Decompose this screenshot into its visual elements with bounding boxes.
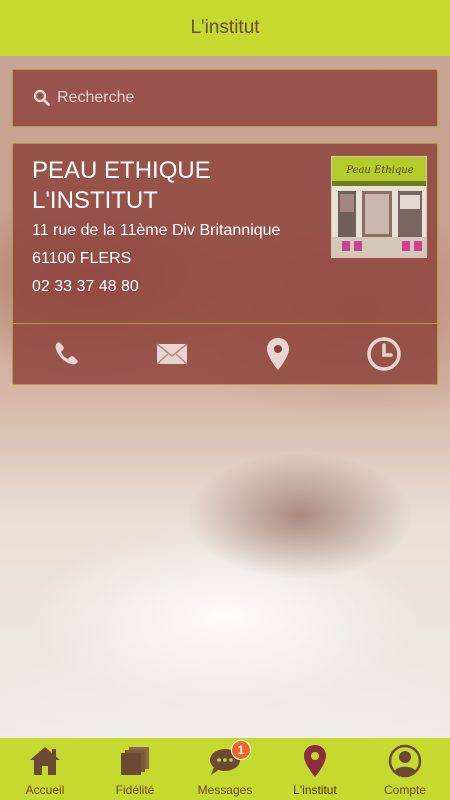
tab-label: Fidélité	[115, 783, 155, 797]
location-pin-icon	[298, 744, 332, 778]
storefront-logo-text: Peau Ethique	[345, 165, 414, 176]
directions-button[interactable]	[225, 324, 331, 384]
storefront-illustration: Peau Ethique	[332, 157, 426, 257]
opening-hours-button[interactable]	[331, 324, 437, 384]
institute-card: PEAU ETHIQUE L'INSTITUT 11 rue de la 11è…	[12, 143, 438, 385]
messages-badge: 1	[231, 740, 251, 760]
institute-phone: 02 33 37 48 80	[32, 278, 139, 295]
tab-compte[interactable]: Compte	[360, 738, 450, 800]
search-input[interactable]	[57, 89, 417, 107]
tab-messages[interactable]: 1 Messages	[180, 738, 270, 800]
call-button[interactable]	[13, 324, 119, 384]
tab-fidelite[interactable]: Fidélité	[90, 738, 180, 800]
home-icon	[28, 744, 62, 778]
institute-name: PEAU ETHIQUE L'INSTITUT	[32, 156, 332, 216]
phone-icon	[55, 342, 78, 365]
email-button[interactable]	[119, 324, 225, 384]
header-bar: L'institut	[0, 0, 450, 56]
contact-actions	[13, 324, 437, 384]
tab-label: Messages	[197, 783, 253, 797]
institute-name-line1: PEAU ETHIQUE	[32, 157, 211, 184]
location-pin-icon	[267, 338, 289, 370]
mail-icon	[156, 343, 188, 365]
tab-label: Accueil	[25, 783, 65, 797]
tab-institut[interactable]: L'institut	[270, 738, 360, 800]
institute-name-line2: L'INSTITUT	[32, 187, 158, 214]
tab-accueil[interactable]: Accueil	[0, 738, 90, 800]
search-icon	[33, 89, 50, 106]
bottom-tab-bar: Accueil Fidélité 1 Messages L'institut C…	[0, 738, 450, 800]
page-title: L'institut	[190, 17, 260, 38]
storefront-image[interactable]: Peau Ethique	[331, 156, 427, 258]
search-bar[interactable]	[12, 69, 438, 127]
institute-address: 11 rue de la 11ème Div Britannique	[32, 222, 281, 239]
user-icon	[388, 744, 422, 778]
cards-icon	[118, 744, 152, 778]
tab-label: Compte	[383, 783, 427, 797]
tab-label: L'institut	[293, 783, 337, 797]
clock-icon	[367, 337, 401, 371]
institute-city: 61100 FLERS	[32, 250, 132, 267]
